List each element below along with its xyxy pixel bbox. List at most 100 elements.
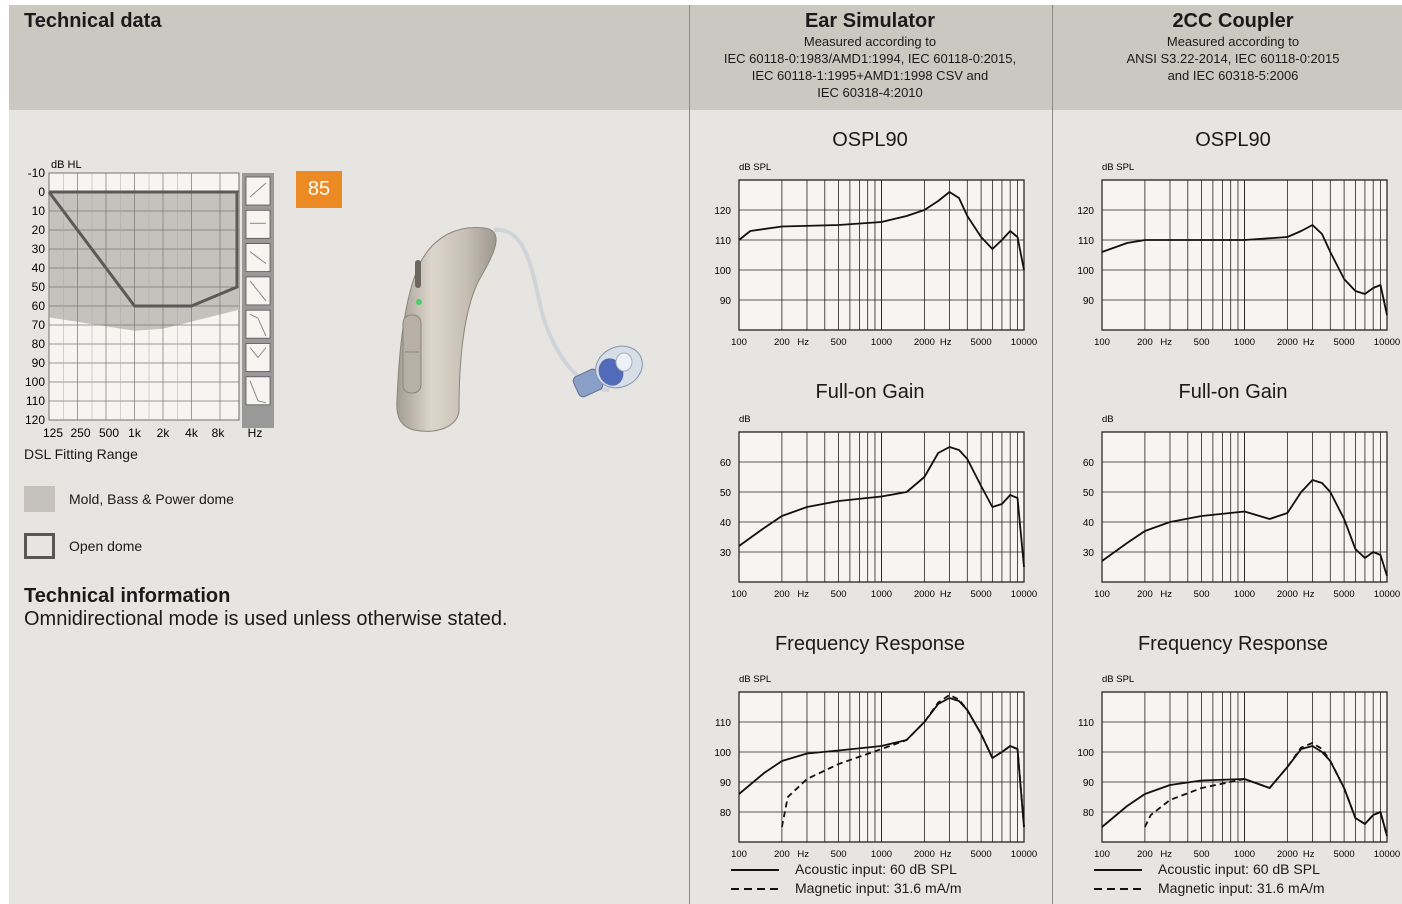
tech-info-heading: Technical information — [24, 585, 231, 607]
chart-x-tick: 10000 — [1374, 589, 1400, 600]
ospl90-coupler-chart: 90 100 110 120 100 200 Hz 500 1000 2000 Hz 5000 1000… — [1077, 162, 1400, 348]
chart-x-tick: Hz — [1160, 589, 1172, 600]
open-dome-legend-swatch — [24, 533, 55, 559]
chart-y-tick: 30 — [720, 548, 732, 559]
audiogram-y-tick: 10 — [32, 204, 46, 218]
chart-y-tick: 80 — [1083, 808, 1095, 819]
ear-simulator-title: Ear Simulator — [804, 10, 936, 32]
chart-x-tick: 200 — [1137, 337, 1153, 348]
audiogram-x-tick: Hz — [248, 426, 263, 440]
chart-y-tick: 100 — [1077, 748, 1094, 759]
chart-x-tick: 2000 — [914, 337, 935, 348]
chart-y-tick: 60 — [1083, 458, 1095, 469]
page-title: Technical data — [24, 10, 162, 32]
legend-lines-coupler — [1094, 869, 1142, 890]
freq-title-coupler: Frequency Response — [1137, 633, 1329, 655]
ear-simulator-line: IEC 60118-0:1983/AMD1:1994, IEC 60118-0:… — [723, 51, 1017, 66]
chart-y-unit: dB SPL — [1102, 162, 1134, 173]
chart-x-tick: 200 — [1137, 849, 1153, 860]
chart-y-tick: 100 — [714, 266, 731, 277]
legend-magnetic-ear: Magnetic input: 31.6 mA/m — [795, 880, 962, 896]
audiogram-x-tick: 125 — [43, 426, 63, 440]
chart-x-tick: 200 — [774, 337, 790, 348]
chart-x-tick: Hz — [1303, 589, 1315, 600]
audiogram-x-tick: 2k — [157, 426, 171, 440]
chart-x-tick: 500 — [1194, 589, 1210, 600]
chart-x-tick: 5000 — [1334, 337, 1355, 348]
ear-simulator-line: IEC 60118-1:1995+AMD1:1998 CSV and — [751, 68, 989, 83]
ospl-title-coupler: OSPL90 — [1195, 129, 1271, 151]
chart-y-unit: dB SPL — [739, 162, 771, 173]
chart-x-tick: 100 — [1094, 849, 1110, 860]
tech-info-text: Omnidirectional mode is used unless othe… — [24, 608, 508, 630]
legend-acoustic-ear: Acoustic input: 60 dB SPL — [795, 861, 957, 877]
audiogram-chart: -10 0 10 20 30 40 50 60 70 80 90 100 110 120 dB HL 125 2… — [25, 159, 274, 440]
coupler-line: ANSI S3.22-2014, IEC 60118-0:2015 — [1126, 51, 1340, 66]
audiogram-x-tick: 250 — [70, 426, 90, 440]
chart-y-tick: 50 — [720, 488, 732, 499]
audiogram-y-tick: 120 — [25, 413, 45, 427]
legend-acoustic-coupler: Acoustic input: 60 dB SPL — [1158, 861, 1320, 877]
chart-y-unit: dB — [1102, 414, 1114, 425]
gain-title-coupler: Full-on Gain — [1178, 381, 1288, 403]
chart-x-tick: 1000 — [871, 337, 892, 348]
header-band: Technical data Ear Simulator Measured ac… — [9, 5, 1402, 110]
chart-y-tick: 120 — [714, 206, 731, 217]
chart-x-tick: Hz — [1160, 337, 1172, 348]
gain-coupler-chart: 30 40 50 60 100 200 Hz 500 1000 2000 Hz 5000 10000 dB — [1083, 414, 1400, 600]
chart-x-tick: 200 — [1137, 589, 1153, 600]
chart-x-tick: 2000 — [1277, 849, 1298, 860]
chart-x-tick: 5000 — [1334, 589, 1355, 600]
audiogram-x-tick: 500 — [99, 426, 119, 440]
audiogram-y-tick: 110 — [26, 394, 45, 408]
audiogram-y-tick: 90 — [32, 356, 46, 370]
audiogram-y-tick: 70 — [32, 318, 46, 332]
chart-x-tick: 2000 — [914, 849, 935, 860]
chart-x-tick: Hz — [940, 849, 952, 860]
chart-x-tick: 5000 — [971, 849, 992, 860]
freq-title-ear: Frequency Response — [774, 633, 966, 655]
chart-x-tick: 5000 — [1334, 849, 1355, 860]
chart-x-tick: Hz — [797, 589, 809, 600]
chart-x-tick: 2000 — [1277, 589, 1298, 600]
chart-x-tick: 2000 — [1277, 337, 1298, 348]
audiogram-y-tick: 80 — [32, 337, 46, 351]
chart-y-tick: 100 — [714, 748, 731, 759]
ear-simulator-line: Measured according to — [803, 34, 937, 49]
chart-y-tick: 80 — [720, 808, 732, 819]
chart-x-tick: 10000 — [1011, 849, 1037, 860]
chart-x-tick: 500 — [831, 849, 847, 860]
chart-y-tick: 90 — [720, 296, 732, 307]
audiogram-y-tick: 40 — [32, 261, 46, 275]
gain-ear-chart: 30 40 50 60 100 200 Hz 500 1000 2000 Hz 5000 10000 dB — [720, 414, 1037, 600]
chart-x-tick: 200 — [774, 849, 790, 860]
audiogram-x-tick: 8k — [212, 426, 226, 440]
chart-x-tick: 10000 — [1374, 337, 1400, 348]
chart-y-unit: dB SPL — [739, 674, 771, 685]
audiogram-y-tick: 60 — [32, 299, 46, 313]
chart-y-tick: 90 — [1083, 296, 1095, 307]
chart-x-tick: Hz — [797, 849, 809, 860]
coupler-line: and IEC 60318-5:2006 — [1167, 68, 1299, 83]
audiogram-y-tick: 0 — [38, 185, 45, 199]
freq-coupler-chart: 80 90 100 110 100 200 Hz 500 1000 2000 Hz 5000 10000… — [1077, 674, 1400, 860]
coupler-line: Measured according to — [1166, 34, 1300, 49]
chart-x-tick: 5000 — [971, 589, 992, 600]
chart-y-tick: 30 — [1083, 548, 1095, 559]
chart-x-tick: 2000 — [914, 589, 935, 600]
chart-y-tick: 120 — [1077, 206, 1094, 217]
chart-x-tick: 1000 — [1234, 337, 1255, 348]
audiogram-x-tick: 1k — [128, 426, 142, 440]
gain-title-ear: Full-on Gain — [815, 381, 925, 403]
audiogram-shape-box — [245, 309, 271, 339]
chart-x-tick: Hz — [1303, 337, 1315, 348]
chart-x-tick: Hz — [1303, 849, 1315, 860]
chart-x-tick: 100 — [1094, 589, 1110, 600]
chart-x-tick: 10000 — [1374, 849, 1400, 860]
audiogram-y-tick: 50 — [32, 280, 46, 294]
ospl-title-ear: OSPL90 — [832, 129, 908, 151]
audiogram-unit-label: dB HL — [51, 159, 82, 171]
chart-y-tick: 40 — [1083, 518, 1095, 529]
chart-x-tick: 1000 — [1234, 589, 1255, 600]
chart-x-tick: 500 — [1194, 337, 1210, 348]
